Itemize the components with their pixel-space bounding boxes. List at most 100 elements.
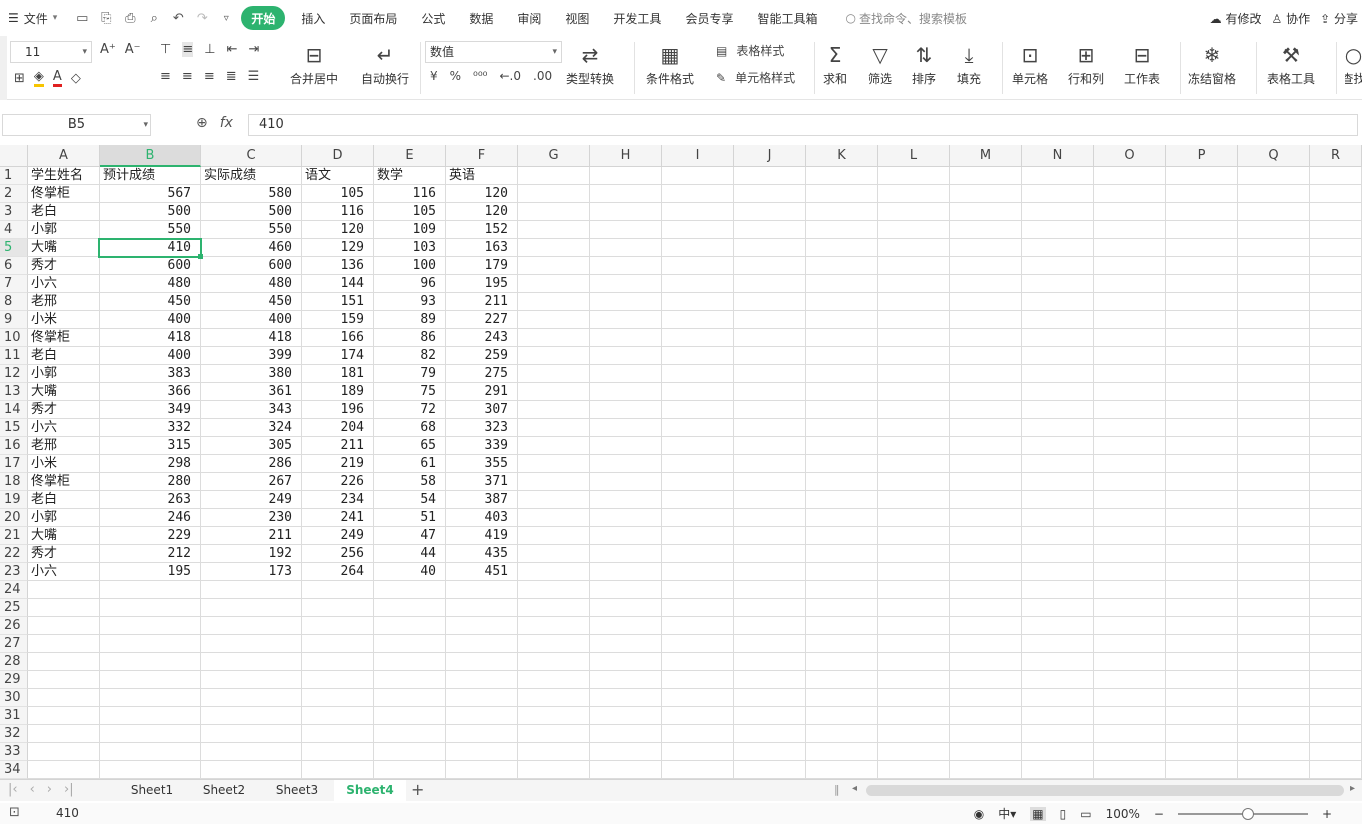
- cell-o30[interactable]: [1094, 689, 1166, 707]
- row-header[interactable]: 25: [0, 599, 28, 617]
- cell-k25[interactable]: [806, 599, 878, 617]
- cell-q24[interactable]: [1238, 581, 1310, 599]
- cell-j6[interactable]: [734, 257, 806, 275]
- cell-r32[interactable]: [1310, 725, 1362, 743]
- cell-e3[interactable]: 105: [374, 203, 446, 221]
- cell-o23[interactable]: [1094, 563, 1166, 581]
- cell-e5[interactable]: 103: [374, 239, 446, 257]
- cell-f20[interactable]: 403: [446, 509, 518, 527]
- column-header-f[interactable]: F: [446, 145, 518, 167]
- cell-f2[interactable]: 120: [446, 185, 518, 203]
- cell-i27[interactable]: [662, 635, 734, 653]
- cell-p32[interactable]: [1166, 725, 1238, 743]
- cell-h22[interactable]: [590, 545, 662, 563]
- cell-g11[interactable]: [518, 347, 590, 365]
- cell-q30[interactable]: [1238, 689, 1310, 707]
- cell-g30[interactable]: [518, 689, 590, 707]
- cell-a30[interactable]: [28, 689, 100, 707]
- merge-center-button[interactable]: ⊟ 合并居中: [290, 40, 338, 87]
- type-convert-button[interactable]: ⇄ 类型转换: [566, 40, 614, 87]
- cell-j13[interactable]: [734, 383, 806, 401]
- cell-h23[interactable]: [590, 563, 662, 581]
- column-header-e[interactable]: E: [374, 145, 446, 167]
- cell-a4[interactable]: 小郭: [28, 221, 100, 239]
- row-header[interactable]: 23: [0, 563, 28, 581]
- cell-h25[interactable]: [590, 599, 662, 617]
- cell-c8[interactable]: 450: [201, 293, 302, 311]
- cell-o9[interactable]: [1094, 311, 1166, 329]
- row-header[interactable]: 24: [0, 581, 28, 599]
- cell-m22[interactable]: [950, 545, 1022, 563]
- cell-d33[interactable]: [302, 743, 374, 761]
- cell-l13[interactable]: [878, 383, 950, 401]
- cell-l5[interactable]: [878, 239, 950, 257]
- cell-k26[interactable]: [806, 617, 878, 635]
- cell-p24[interactable]: [1166, 581, 1238, 599]
- cell-m4[interactable]: [950, 221, 1022, 239]
- cell-k4[interactable]: [806, 221, 878, 239]
- cell-l11[interactable]: [878, 347, 950, 365]
- cell-n13[interactable]: [1022, 383, 1094, 401]
- cell-p22[interactable]: [1166, 545, 1238, 563]
- cell-r16[interactable]: [1310, 437, 1362, 455]
- cell-j4[interactable]: [734, 221, 806, 239]
- cell-m24[interactable]: [950, 581, 1022, 599]
- cell-l23[interactable]: [878, 563, 950, 581]
- fill-color-icon[interactable]: ◈: [33, 69, 44, 87]
- cell-j1[interactable]: [734, 167, 806, 185]
- cell-h5[interactable]: [590, 239, 662, 257]
- cell-k12[interactable]: [806, 365, 878, 383]
- cell-b26[interactable]: [100, 617, 201, 635]
- cell-h11[interactable]: [590, 347, 662, 365]
- cell-b9[interactable]: 400: [100, 311, 201, 329]
- tab-member[interactable]: 会员专享: [677, 6, 741, 30]
- cell-i7[interactable]: [662, 275, 734, 293]
- cell-o11[interactable]: [1094, 347, 1166, 365]
- cell-g1[interactable]: [518, 167, 590, 185]
- cell-m33[interactable]: [950, 743, 1022, 761]
- column-header-n[interactable]: N: [1022, 145, 1094, 167]
- cell-b8[interactable]: 450: [100, 293, 201, 311]
- cell-n15[interactable]: [1022, 419, 1094, 437]
- cell-j8[interactable]: [734, 293, 806, 311]
- cell-l18[interactable]: [878, 473, 950, 491]
- cell-h34[interactable]: [590, 761, 662, 779]
- cell-n19[interactable]: [1022, 491, 1094, 509]
- cell-a25[interactable]: [28, 599, 100, 617]
- row-header[interactable]: 22: [0, 545, 28, 563]
- cell-f8[interactable]: 211: [446, 293, 518, 311]
- cell-o8[interactable]: [1094, 293, 1166, 311]
- cell-o28[interactable]: [1094, 653, 1166, 671]
- cell-d32[interactable]: [302, 725, 374, 743]
- cell-h19[interactable]: [590, 491, 662, 509]
- cell-c20[interactable]: 230: [201, 509, 302, 527]
- cell-a6[interactable]: 秀才: [28, 257, 100, 275]
- cell-k2[interactable]: [806, 185, 878, 203]
- cell-k21[interactable]: [806, 527, 878, 545]
- cell-h33[interactable]: [590, 743, 662, 761]
- cell-l6[interactable]: [878, 257, 950, 275]
- cell-c14[interactable]: 343: [201, 401, 302, 419]
- row-header[interactable]: 10: [0, 329, 28, 347]
- cell-n11[interactable]: [1022, 347, 1094, 365]
- cell-r15[interactable]: [1310, 419, 1362, 437]
- cell-b13[interactable]: 366: [100, 383, 201, 401]
- cell-r4[interactable]: [1310, 221, 1362, 239]
- cell-o32[interactable]: [1094, 725, 1166, 743]
- zoom-in-icon[interactable]: +: [1322, 807, 1332, 821]
- cell-g8[interactable]: [518, 293, 590, 311]
- cell-r33[interactable]: [1310, 743, 1362, 761]
- cell-r23[interactable]: [1310, 563, 1362, 581]
- cell-a28[interactable]: [28, 653, 100, 671]
- cell-i5[interactable]: [662, 239, 734, 257]
- cell-r12[interactable]: [1310, 365, 1362, 383]
- cell-e28[interactable]: [374, 653, 446, 671]
- cell-m1[interactable]: [950, 167, 1022, 185]
- align-right-icon[interactable]: ≡: [204, 69, 215, 84]
- cell-d23[interactable]: 264: [302, 563, 374, 581]
- cell-b11[interactable]: 400: [100, 347, 201, 365]
- cell-g22[interactable]: [518, 545, 590, 563]
- cell-e22[interactable]: 44: [374, 545, 446, 563]
- cell-i23[interactable]: [662, 563, 734, 581]
- cell-i25[interactable]: [662, 599, 734, 617]
